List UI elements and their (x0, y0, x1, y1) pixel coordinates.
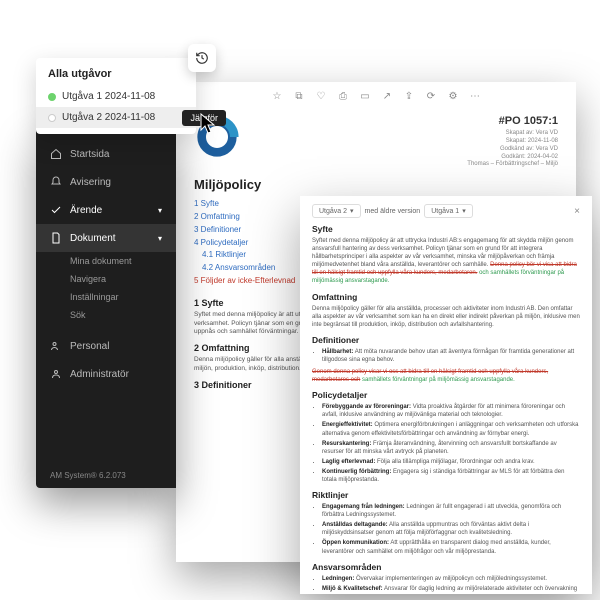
chevron-down-icon: ▾ (462, 207, 466, 215)
copy-icon[interactable]: ⧉ (293, 90, 305, 102)
sidebar-sub-item[interactable]: Inställningar (36, 288, 176, 306)
list-item: Ledningen: Övervakar implementeringen av… (322, 575, 580, 583)
window-icon[interactable]: ▭ (359, 90, 371, 102)
bell-icon (50, 176, 62, 188)
sidebar-item-administrator[interactable]: Administratör (36, 360, 176, 388)
sidebar-footer: AM System® 6.2.073 (50, 471, 126, 480)
sidebar-item-personal[interactable]: Personal (36, 332, 176, 360)
versions-popover: Alla utgåvor Utgåva 1 2024-11-08 Utgåva … (36, 58, 196, 134)
version-row[interactable]: Utgåva 1 2024-11-08 (36, 86, 196, 107)
sidebar-item-label: Administratör (70, 369, 129, 380)
compare-middle-label: med äldre version (365, 208, 421, 215)
sidebar-item-label: Dokument (70, 233, 116, 244)
list-item: Engagemang från ledningen: Ledningen är … (322, 503, 580, 519)
status-dot-draft (48, 114, 56, 122)
sidebar-item-label: Personal (70, 341, 109, 352)
cursor-icon (200, 113, 218, 135)
list-item: Miljö & Kvalitetschef: Ansvarar för dagl… (322, 585, 580, 594)
compare-heading: Policydetaljer (312, 390, 580, 400)
link-icon[interactable]: ↗ (381, 90, 393, 102)
document-header: #PO 1057:1 Skapat av: Vera VD Skapat: 20… (194, 114, 558, 169)
star-icon[interactable]: ☆ (271, 90, 283, 102)
check-icon (50, 204, 62, 216)
version-label: Utgåva 2 2024-11-08 (62, 112, 155, 123)
sidebar-item-avisering[interactable]: Avisering (36, 168, 176, 196)
admin-icon (50, 368, 62, 380)
document-icon (50, 232, 62, 244)
inserted-text: samhällets förväntningar på miljömässig … (362, 377, 515, 383)
sidebar-item-label: Avisering (70, 177, 111, 188)
print-icon[interactable]: ⎙ (337, 90, 349, 102)
list-item: Förebyggande av föroreningar: Vidta proa… (322, 403, 580, 419)
sidebar-item-label: Startsida (70, 149, 109, 160)
sidebar-item-label: Ärende (70, 205, 102, 216)
status-dot-published (48, 93, 56, 101)
history-button[interactable] (188, 44, 216, 72)
compare-text: Genom denna policy visar vi oss att bidr… (312, 368, 580, 384)
chevron-down-icon: ▾ (158, 234, 162, 243)
people-icon (50, 340, 62, 352)
compare-heading: Definitioner (312, 335, 580, 345)
close-icon[interactable]: × (574, 206, 580, 217)
list-item: Anställdas deltagande: Alla anställda up… (322, 521, 580, 537)
compare-heading: Omfattning (312, 292, 580, 302)
compare-heading: Riktlinjer (312, 490, 580, 500)
sidebar-item-arende[interactable]: Ärende ▾ (36, 196, 176, 224)
version-row[interactable]: Utgåva 2 2024-11-08 Jämför (36, 107, 196, 128)
history-icon (195, 51, 209, 65)
compare-right-select[interactable]: Utgåva 1 ▾ (424, 204, 473, 218)
more-icon[interactable]: ⋯ (469, 90, 481, 102)
compare-panel: Utgåva 2 ▾ med äldre version Utgåva 1 ▾ … (300, 196, 592, 594)
document-title: Miljöpolicy (194, 177, 558, 192)
list-item: Laglig efterlevnad: Följa alla tillämpli… (322, 458, 580, 466)
sidebar-sub-item[interactable]: Sök (36, 306, 176, 324)
sidebar-sub-item[interactable]: Navigera (36, 270, 176, 288)
list-item: Hållbarhet: Att möta nuvarande behov uta… (322, 348, 580, 364)
versions-title: Alla utgåvor (36, 58, 196, 86)
document-toolbar: ☆ ⧉ ♡ ⎙ ▭ ↗ ⇪ ⟳ ⚙ ⋯ (176, 82, 576, 108)
compare-text: Syftet med denna miljöpolicy är att uttr… (312, 237, 580, 286)
sidebar-item-startsida[interactable]: Startsida (36, 140, 176, 168)
list-item: Energieffektivitet: Optimera energiförbr… (322, 421, 580, 437)
heart-icon[interactable]: ♡ (315, 90, 327, 102)
compare-text: Denna miljöpolicy gäller för alla anstäl… (312, 305, 580, 329)
sidebar: Startsida Avisering Ärende ▾ Dokument ▾ … (36, 128, 176, 488)
compare-heading: Syfte (312, 224, 580, 234)
list-item: Öppen kommunikation: Att upprätthålla en… (322, 539, 580, 555)
home-icon (50, 148, 62, 160)
chevron-down-icon: ▾ (158, 206, 162, 215)
sidebar-sub-item[interactable]: Mina dokument (36, 252, 176, 270)
list-item: Resurskantering: Främja återanvändning, … (322, 440, 580, 456)
chevron-down-icon: ▾ (350, 207, 354, 215)
compare-left-select[interactable]: Utgåva 2 ▾ (312, 204, 361, 218)
share-icon[interactable]: ⇪ (403, 90, 415, 102)
gear-icon[interactable]: ⚙ (447, 90, 459, 102)
sidebar-item-dokument[interactable]: Dokument ▾ (36, 224, 176, 252)
version-label: Utgåva 1 2024-11-08 (62, 91, 155, 102)
document-meta: #PO 1057:1 Skapat av: Vera VD Skapat: 20… (467, 114, 558, 169)
document-id: #PO 1057:1 (467, 114, 558, 128)
refresh-icon[interactable]: ⟳ (425, 90, 437, 102)
list-item: Kontinuerlig förbättring: Engagera sig i… (322, 468, 580, 484)
compare-heading: Ansvarsområden (312, 562, 580, 572)
